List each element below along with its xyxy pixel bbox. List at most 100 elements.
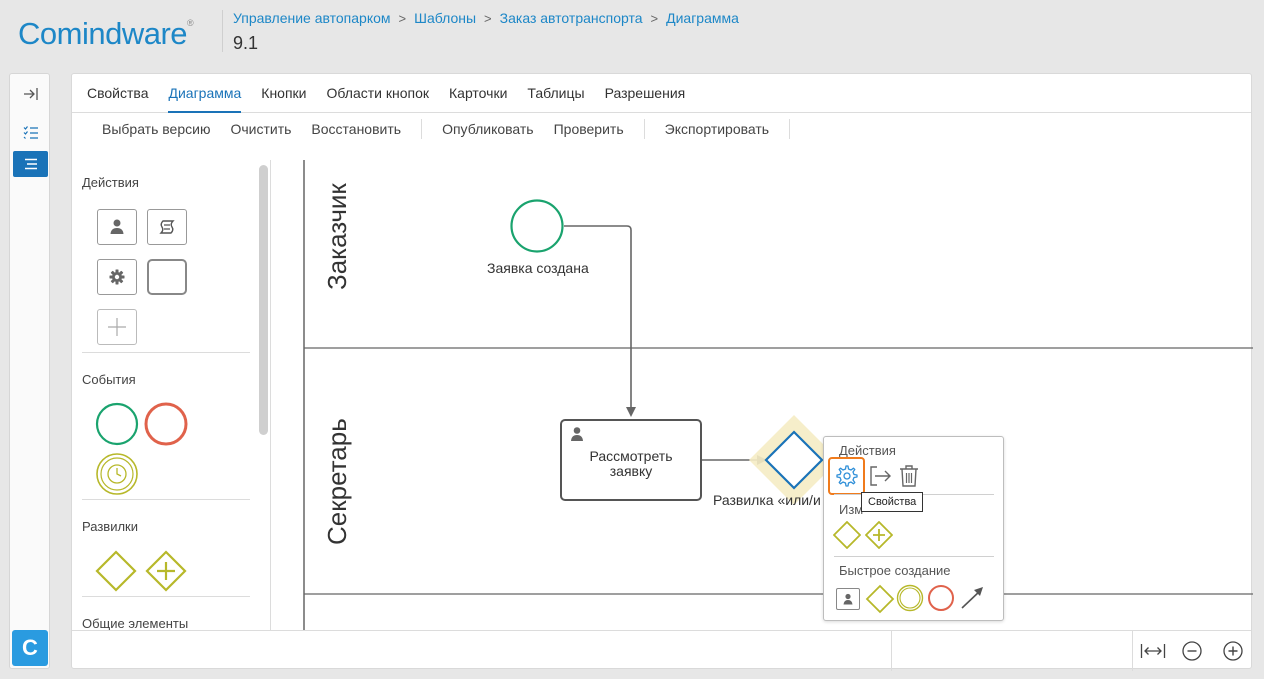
zoom-bar (72, 630, 1251, 671)
user-task-icon (571, 427, 583, 441)
task-label-line-2: заявку (609, 463, 653, 479)
arrowhead-icon (626, 407, 636, 417)
user-task-icon (110, 219, 124, 234)
header-divider (222, 10, 223, 52)
tab-bar: Свойства Диаграмма Кнопки Области кнопок… (72, 74, 1251, 113)
palette-end-event[interactable] (144, 402, 190, 448)
diagram-layer (303, 160, 1253, 630)
gear-icon (835, 465, 858, 487)
palette-section-gateways: Развилки (82, 519, 138, 534)
quick-create-task[interactable] (836, 588, 860, 610)
checklist-icon (23, 126, 38, 139)
ctx-section-actions: Действия (839, 443, 896, 458)
breadcrumb-separator-icon: > (484, 10, 492, 26)
restore-button[interactable]: Восстановить (301, 121, 411, 137)
quick-create-intermediate-event[interactable] (896, 584, 924, 612)
palette-parallel-gateway[interactable] (144, 549, 190, 595)
ctx-section-quick-create: Быстрое создание (839, 563, 951, 578)
diagram-toolbar: Выбрать версию Очистить Восстановить Опу… (72, 113, 1251, 145)
palette-divider-vertical (270, 160, 271, 630)
plus-icon (108, 318, 126, 336)
properties-button[interactable] (828, 457, 865, 495)
statusbar-divider (891, 631, 892, 671)
palette-timer-event[interactable] (95, 452, 141, 498)
breadcrumb-item-fleet[interactable]: Управление автопарком (233, 10, 391, 26)
connect-arrow-icon[interactable] (869, 465, 893, 487)
palette-empty-task[interactable] (147, 259, 187, 295)
diagram-canvas[interactable]: Заказчик Секретарь Заявка создана Рассмо… (272, 160, 1253, 630)
user-task[interactable]: Рассмотреть заявку (560, 419, 702, 501)
tab-tables[interactable]: Таблицы (527, 74, 584, 113)
lane-label-secretary: Секретарь (322, 418, 352, 545)
logo-text: Comindware (18, 16, 188, 51)
zoom-in-button[interactable] (1220, 639, 1246, 663)
app-logo[interactable]: Comindware® (18, 16, 194, 52)
palette-section-common: Общие элементы (82, 616, 189, 630)
zoom-out-button[interactable] (1179, 639, 1205, 663)
expand-rail-button[interactable] (13, 81, 48, 107)
list-view-button[interactable] (13, 151, 48, 177)
breadcrumb-separator-icon: > (650, 10, 659, 26)
breadcrumb-separator-icon: > (398, 10, 407, 26)
palette-exclusive-gateway[interactable] (94, 549, 140, 595)
tab-buttons[interactable]: Кнопки (261, 74, 306, 113)
breadcrumb-item-transport-order[interactable]: Заказ автотранспорта (500, 10, 643, 26)
fit-to-width-button[interactable] (1140, 639, 1166, 663)
breadcrumb: Управление автопарком > Шаблоны > Заказ … (233, 10, 739, 26)
palette-section-actions: Действия (82, 175, 139, 190)
gear-icon (109, 269, 125, 285)
zoom-in-icon (1223, 641, 1243, 661)
change-to-exclusive-gateway[interactable] (833, 521, 861, 549)
tab-cards[interactable]: Карточки (449, 74, 507, 113)
tab-permissions[interactable]: Разрешения (605, 74, 686, 113)
quick-create-end-event[interactable] (927, 584, 955, 612)
sequence-flow[interactable] (564, 225, 632, 407)
publish-button[interactable]: Опубликовать (432, 121, 544, 137)
quick-create-gateway[interactable] (865, 584, 895, 614)
element-context-menu: Действия Изм Быстрое создание (823, 436, 1004, 621)
zoom-out-icon (1182, 641, 1202, 661)
toolbar-divider (789, 119, 791, 139)
palette-script-task[interactable] (147, 209, 187, 245)
toolbar-divider (421, 119, 423, 139)
palette-start-event[interactable] (95, 402, 141, 448)
export-button[interactable]: Экспортировать (655, 121, 779, 137)
menu-lines-icon (24, 158, 37, 170)
comindware-app-icon[interactable]: C (12, 630, 48, 666)
quick-create-connection-arrow[interactable] (959, 585, 987, 611)
palette-scrollbar[interactable] (259, 165, 268, 435)
validate-button[interactable]: Проверить (544, 121, 634, 137)
change-to-parallel-gateway[interactable] (865, 521, 893, 549)
palette-divider (82, 499, 250, 500)
task-label: Рассмотреть заявку (562, 449, 700, 479)
user-task-icon (843, 593, 853, 605)
palette-divider (82, 596, 250, 597)
main-panel: Свойства Диаграмма Кнопки Области кнопок… (71, 73, 1253, 671)
fit-width-icon (1140, 644, 1166, 658)
palette-add-element[interactable] (97, 309, 137, 345)
statusbar-divider (1132, 631, 1133, 671)
trash-icon[interactable] (898, 464, 920, 488)
breadcrumb-item-diagram[interactable]: Диаграмма (666, 10, 739, 26)
toolbar-divider (643, 119, 645, 139)
tab-properties[interactable]: Свойства (87, 74, 148, 113)
select-version-button[interactable]: Выбрать версию (92, 121, 220, 137)
start-event[interactable] (510, 199, 564, 253)
checklist-button[interactable] (13, 119, 48, 145)
palette-divider (82, 352, 250, 353)
tab-diagram[interactable]: Диаграмма (168, 74, 242, 113)
ctx-section-change: Изм (839, 502, 864, 517)
breadcrumb-item-templates[interactable]: Шаблоны (414, 10, 476, 26)
ctx-divider (834, 556, 994, 557)
palette-service-task[interactable] (97, 259, 137, 295)
left-rail: C (9, 73, 50, 669)
gateway-label: Развилка «или/и (713, 492, 821, 508)
clear-button[interactable]: Очистить (220, 121, 301, 137)
script-icon (159, 220, 175, 234)
task-label-line-1: Рассмотреть (589, 448, 673, 464)
page-title: 9.1 (233, 33, 259, 53)
start-event-label: Заявка создана (487, 260, 589, 276)
palette-user-task[interactable] (97, 209, 137, 245)
palette-section-events: События (82, 372, 136, 387)
tab-button-areas[interactable]: Области кнопок (327, 74, 430, 113)
